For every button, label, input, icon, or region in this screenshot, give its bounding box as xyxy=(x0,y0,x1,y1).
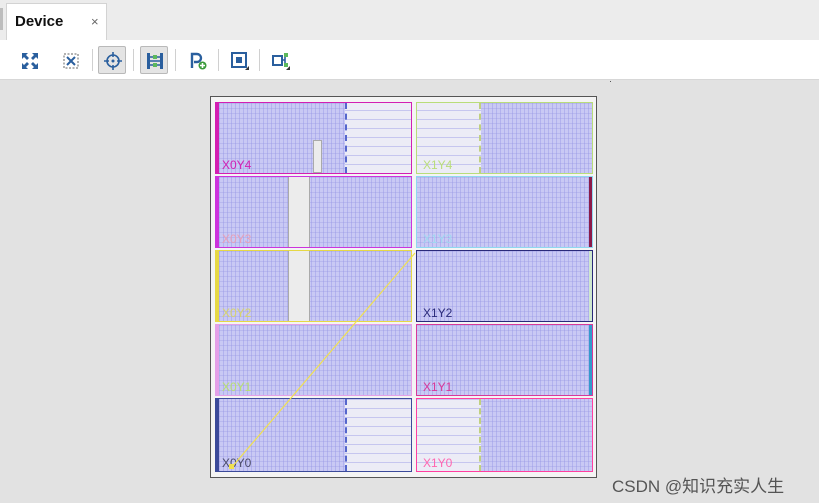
region-edge-strip xyxy=(589,177,592,247)
toolbar-separator xyxy=(133,49,134,71)
pblock-add-icon xyxy=(190,52,207,70)
clock-region-label: X0Y1 xyxy=(222,380,252,394)
tab-bar: Device × xyxy=(0,0,819,40)
clock-region-label: X1Y1 xyxy=(423,380,453,394)
crosshair-icon xyxy=(104,52,122,70)
region-edge-strip xyxy=(216,251,219,321)
toolbar-separator xyxy=(259,49,260,71)
tab-device[interactable]: Device × xyxy=(6,3,107,40)
show-nets-button[interactable] xyxy=(266,46,294,74)
clock-region-x0y4[interactable]: X0Y4 xyxy=(215,102,412,174)
region-edge-strip xyxy=(216,325,219,395)
clock-region-x1y4[interactable]: X1Y4 xyxy=(416,102,593,174)
clock-region-x1y0[interactable]: X1Y0 xyxy=(416,398,593,472)
close-icon[interactable]: × xyxy=(91,15,99,28)
fit-selection-icon xyxy=(63,53,79,69)
clock-region-label: X1Y3 xyxy=(423,232,453,246)
clock-region-label: X1Y2 xyxy=(423,306,453,320)
clock-region-label: X1Y4 xyxy=(423,158,453,172)
hard-block-column xyxy=(288,177,310,247)
region-edge-strip xyxy=(589,251,592,321)
show-cell-button[interactable] xyxy=(98,46,126,74)
io-bank-area xyxy=(345,399,411,471)
routing-resources-icon xyxy=(147,53,163,69)
toolbar xyxy=(0,40,819,80)
hard-block-column xyxy=(313,140,322,173)
clock-region-label: X0Y4 xyxy=(222,158,252,172)
draw-pblock-button[interactable] xyxy=(225,46,253,74)
clock-region-x1y1[interactable]: X1Y1 xyxy=(416,324,593,396)
clock-region-label: X0Y2 xyxy=(222,306,252,320)
net-connect-icon xyxy=(272,53,290,70)
clock-region-x0y1[interactable]: X0Y1 xyxy=(215,324,412,396)
clock-region-x1y3[interactable]: X1Y3 xyxy=(416,176,593,248)
region-edge-strip xyxy=(216,177,219,247)
clock-region-label: X0Y3 xyxy=(222,232,252,246)
toolbar-separator xyxy=(92,49,93,71)
region-edge-strip xyxy=(216,103,219,173)
clock-region-x0y0[interactable]: X0Y0 xyxy=(215,398,412,472)
io-bank-area xyxy=(345,103,411,173)
fit-selection-button[interactable] xyxy=(56,46,84,74)
clock-region-x1y2[interactable]: X1Y2 xyxy=(416,250,593,322)
canvas-marker xyxy=(610,81,611,82)
auto-fit-selection-button[interactable] xyxy=(15,46,43,74)
toolbar-separator xyxy=(175,49,176,71)
device-canvas[interactable]: X0Y4 X1Y4 X0Y3 X1Y3 X0Y2 X1Y2 X0Y1 X1Y1 X0Y0 X1Y0 xyxy=(210,96,597,478)
tab-bar-edge xyxy=(0,8,3,30)
clock-region-x0y2[interactable]: X0Y2 xyxy=(215,250,412,322)
clock-region-x0y3[interactable]: X0Y3 xyxy=(215,176,412,248)
create-pblock-button[interactable] xyxy=(183,46,211,74)
square-frame-icon xyxy=(231,52,249,70)
tab-title: Device xyxy=(15,13,64,30)
watermark: CSDN @知识充实人生 xyxy=(612,477,785,496)
toolbar-separator xyxy=(218,49,219,71)
routing-resources-button[interactable] xyxy=(140,46,168,74)
hard-block-column xyxy=(288,251,310,321)
expand-arrows-icon xyxy=(22,53,38,69)
region-edge-strip xyxy=(589,325,592,395)
clock-region-label: X1Y0 xyxy=(423,456,453,470)
region-edge-strip xyxy=(216,399,219,471)
clock-region-label: X0Y0 xyxy=(222,456,252,470)
